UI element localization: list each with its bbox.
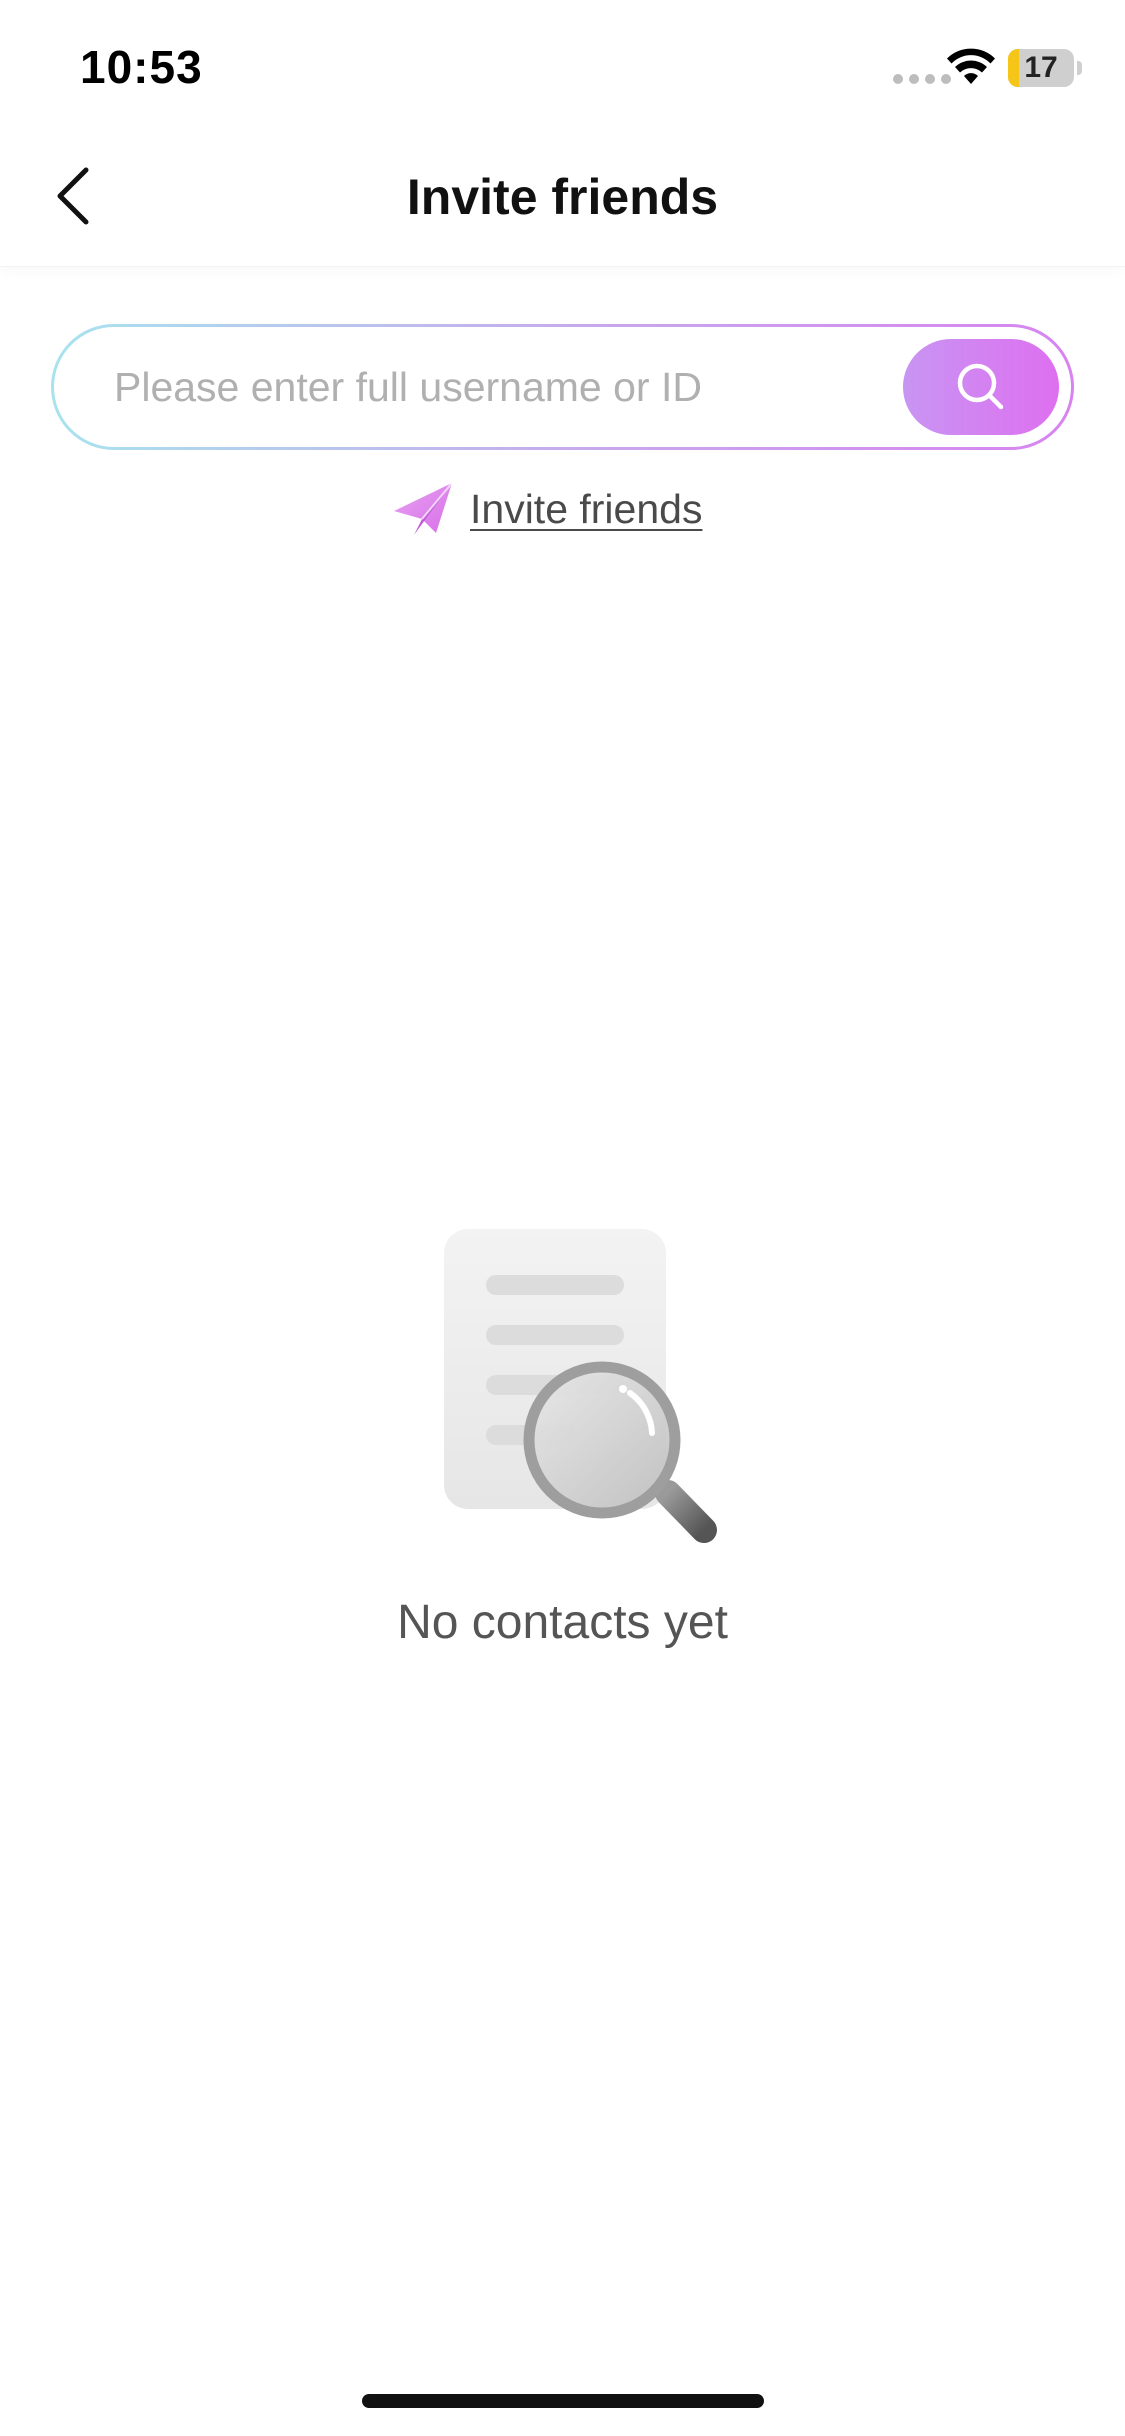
page-title: Invite friends	[406, 169, 719, 225]
wifi-icon	[947, 48, 995, 84]
search-icon	[957, 363, 1004, 410]
invite-friends-label: Invite friends	[470, 485, 703, 532]
battery-cap	[1077, 61, 1082, 75]
empty-state-message: No contacts yet	[397, 1596, 728, 1649]
search-bar	[51, 324, 1074, 450]
battery-level: 17	[1024, 51, 1058, 84]
invite-friends-screen: 10:53 17 Invite friends Please enter ful…	[0, 0, 1125, 2436]
paper-plane-icon	[394, 482, 453, 535]
home-indicator[interactable]	[362, 2394, 764, 2408]
navigation-bar: Invite friends	[0, 130, 1125, 267]
cellular-signal-icon	[893, 74, 951, 84]
search-button[interactable]	[903, 339, 1059, 435]
search-input[interactable]	[114, 327, 894, 447]
status-time: 10:53	[80, 41, 203, 93]
status-bar: 10:53 17	[0, 0, 1125, 130]
battery-icon: 17	[1008, 49, 1074, 87]
document-search-icon	[444, 1229, 717, 1543]
invite-friends-link[interactable]: Invite friends	[392, 474, 702, 544]
search-bar-inner	[54, 327, 1071, 447]
